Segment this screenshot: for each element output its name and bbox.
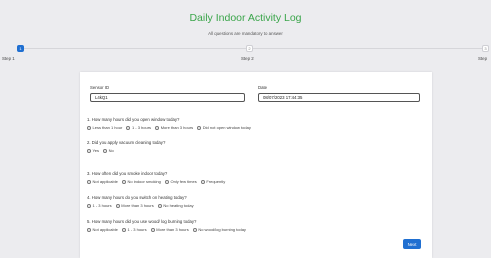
q1-option-2[interactable]: 1 - 3 hours: [126, 125, 151, 130]
q4-option-3[interactable]: No heating today: [157, 203, 194, 208]
page-title: Daily Indoor Activity Log: [189, 12, 302, 24]
question-2-options: Yes No: [87, 148, 117, 154]
step-2-label: Step 2: [241, 56, 254, 61]
radio-button[interactable]: [103, 148, 108, 153]
radio-button[interactable]: [87, 148, 91, 153]
step-1-label: Step 1: [2, 56, 15, 61]
radio-button[interactable]: [150, 227, 155, 232]
radio-button[interactable]: [87, 179, 91, 184]
question-4-options: 1 - 3 hours More than 3 hours No heating…: [87, 203, 197, 209]
step-1-indicator[interactable]: 1: [17, 45, 24, 52]
radio-button[interactable]: [121, 179, 126, 184]
radio-button[interactable]: [155, 125, 160, 130]
radio-button[interactable]: [197, 125, 202, 130]
next-button[interactable]: Next: [403, 239, 421, 249]
radio-button[interactable]: [157, 203, 162, 208]
step-2-indicator[interactable]: 2: [246, 45, 253, 52]
question-5-options: Not applicable 1 - 3 hours More than 3 h…: [87, 227, 249, 233]
question-4-text: 4. How many hours do you switch on heati…: [87, 195, 187, 200]
radio-button[interactable]: [87, 227, 91, 232]
radio-button[interactable]: [192, 227, 197, 232]
date-label: Date: [258, 85, 268, 90]
stepper: 1 Step 1 2 Step 2 3 Step: [0, 44, 491, 64]
radio-button[interactable]: [126, 125, 131, 130]
question-3-options: Not applicable No indoor smoking Only fe…: [87, 179, 228, 185]
question-5-text: 5. How many hours did you use wood/ log …: [87, 219, 197, 224]
q2-option-no[interactable]: No: [103, 148, 114, 153]
radio-button[interactable]: [87, 203, 91, 208]
radio-button[interactable]: [121, 227, 126, 232]
q3-option-2[interactable]: No indoor smoking: [121, 179, 161, 184]
date-input[interactable]: 08/07/2023 17:44:35: [258, 93, 420, 102]
question-3-text: 3. How often did you smoke indoor today?: [87, 171, 168, 176]
radio-button[interactable]: [115, 203, 120, 208]
question-1-text: 1. How many hours did you open window to…: [87, 117, 180, 122]
radio-button[interactable]: [87, 125, 91, 130]
q5-option-4[interactable]: No wood/log burning today: [192, 227, 246, 232]
sensor-id-input[interactable]: L4kQ1: [90, 93, 245, 102]
step-3-indicator[interactable]: 3: [482, 45, 489, 52]
radio-button[interactable]: [164, 179, 169, 184]
q4-option-2[interactable]: More than 3 hours: [115, 203, 154, 208]
question-1-options: Less than 1 hour 1 - 3 hours More than 3…: [87, 125, 254, 131]
q4-option-1[interactable]: 1 - 3 hours: [87, 203, 112, 208]
question-2-text: 2. Did you apply vacuum cleaning today?: [87, 140, 166, 145]
q1-option-1[interactable]: Less than 1 hour: [87, 125, 122, 130]
radio-button[interactable]: [200, 179, 205, 184]
sensor-id-label: Sensor ID: [90, 85, 110, 90]
q5-option-2[interactable]: 1 - 3 hours: [121, 227, 147, 232]
q2-option-yes[interactable]: Yes: [87, 148, 99, 153]
step-3-label: Step: [478, 56, 488, 61]
page-subtitle: All questions are mandatory to answer: [208, 31, 283, 36]
q5-option-1[interactable]: Not applicable: [87, 227, 118, 232]
q1-option-4[interactable]: Did not open window today: [197, 125, 251, 130]
q5-option-3[interactable]: More than 3 hours: [150, 227, 189, 232]
q3-option-3[interactable]: Only few times: [164, 179, 197, 184]
form-card: Sensor ID L4kQ1 Date 08/07/2023 17:44:35…: [80, 72, 432, 258]
q3-option-4[interactable]: Frequently: [200, 179, 225, 184]
q3-option-1[interactable]: Not applicable: [87, 179, 118, 184]
q1-option-3[interactable]: More than 3 hours: [155, 125, 193, 130]
stepper-line: [22, 48, 485, 49]
